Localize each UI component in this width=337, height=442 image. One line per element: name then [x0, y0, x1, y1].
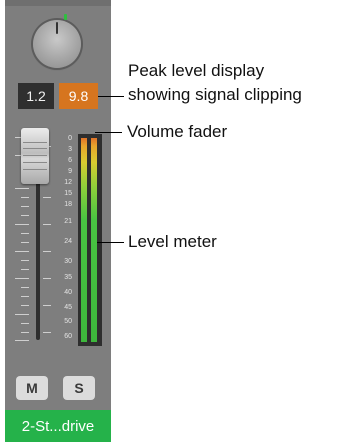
fader-tick — [43, 197, 51, 198]
meter-scale-label: 60 — [64, 333, 72, 340]
fader-tick — [43, 332, 51, 333]
meter-scale-label: 30 — [64, 258, 72, 265]
fader-tick — [43, 305, 51, 306]
fader-tick — [43, 278, 51, 279]
fader-callout-text: Volume fader — [127, 122, 228, 141]
meter-scale-label: 3 — [68, 146, 72, 153]
pan-knob-indicator — [56, 22, 58, 34]
fader-tick — [21, 242, 29, 243]
meter-scale-label: 35 — [64, 274, 72, 281]
fader-cap-line — [23, 148, 47, 149]
fader-tick — [15, 278, 29, 279]
peak-callout-line — [98, 96, 124, 97]
meter-scale-label: 40 — [64, 289, 72, 296]
peak-level-display[interactable]: 9.8 — [59, 83, 98, 109]
solo-button[interactable]: S — [63, 376, 95, 400]
meter-scale-label: 50 — [64, 318, 72, 325]
volume-value-display[interactable]: 1.2 — [18, 83, 54, 109]
meter-callout-line — [97, 242, 124, 243]
meter-scale-label: 9 — [68, 168, 72, 175]
fader-tick — [21, 197, 29, 198]
level-meter-right-channel — [91, 138, 97, 342]
fader-tick — [43, 224, 51, 225]
mute-button[interactable]: M — [16, 376, 48, 400]
fader-cap-line — [23, 142, 47, 143]
fader-cap-line — [23, 169, 47, 170]
meter-scale-label: 15 — [64, 190, 72, 197]
fader-tick — [21, 260, 29, 261]
fader-tick — [21, 323, 29, 324]
peak-callout-text-line2: showing signal clipping — [128, 85, 302, 104]
meter-scale-label: 24 — [64, 238, 72, 245]
fader-cap-line — [23, 155, 47, 156]
fader-callout-line — [95, 132, 122, 133]
track-name-label[interactable]: 2-St...drive — [5, 410, 111, 442]
fader-tick — [21, 296, 29, 297]
fader-tick — [21, 233, 29, 234]
fader-tick — [21, 215, 29, 216]
strip-top-edge — [5, 0, 111, 6]
fader-tick — [21, 269, 29, 270]
fader-tick — [21, 287, 29, 288]
pan-knob[interactable] — [33, 20, 81, 68]
fader-cap-line — [23, 162, 47, 163]
fader-tick — [43, 251, 51, 252]
meter-callout-text: Level meter — [128, 232, 217, 251]
channel-strip: 1.2 9.8 0 3 6 9 12 15 18 21 24 30 35 40 … — [5, 0, 111, 442]
fader-tick — [15, 224, 29, 225]
pan-knob-center-mark — [64, 14, 67, 20]
fader-tick — [21, 332, 29, 333]
meter-scale-label: 6 — [68, 157, 72, 164]
level-meter-left-channel — [81, 138, 87, 342]
meter-scale-label: 18 — [64, 201, 72, 208]
volume-fader[interactable] — [21, 128, 49, 184]
meter-scale-label: 45 — [64, 304, 72, 311]
fader-tick — [21, 305, 29, 306]
fader-tick — [15, 251, 29, 252]
meter-scale-label: 21 — [64, 218, 72, 225]
fader-tick — [21, 206, 29, 207]
fader-tick — [15, 188, 29, 189]
fader-tick — [15, 314, 29, 315]
fader-tick — [15, 340, 29, 341]
peak-callout-text-line1: Peak level display — [128, 61, 265, 80]
meter-scale-label: 12 — [64, 179, 72, 186]
meter-scale-label: 0 — [68, 135, 72, 142]
